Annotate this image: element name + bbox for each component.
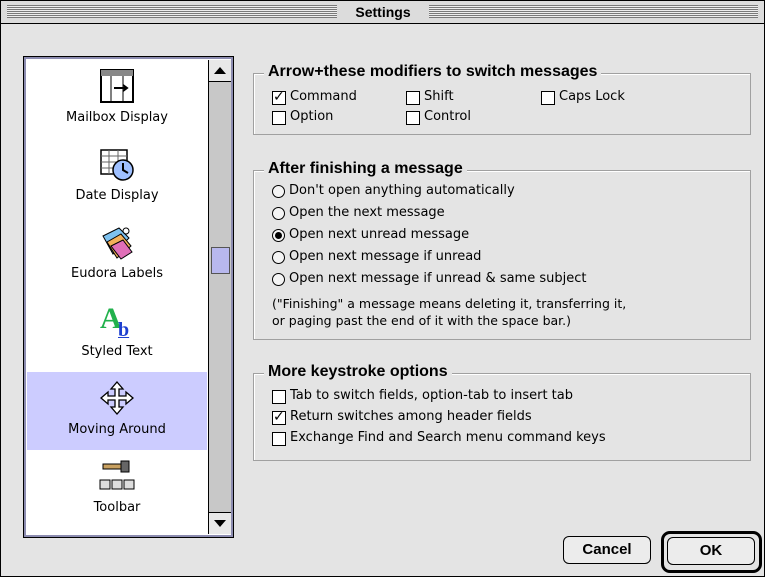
scrollbar-thumb[interactable] (211, 247, 230, 274)
command-checkbox[interactable] (272, 89, 286, 105)
settings-window: Settings Mailbox Display Date Display Eu… (0, 0, 765, 577)
sidebar-item-label: Toolbar (93, 500, 141, 515)
radio-dont-open-label: Don't open anything automatically (289, 183, 515, 198)
sidebar-item-date-display[interactable]: Date Display (27, 138, 207, 216)
keystroke-options-group: More keystroke options Tab to switch fie… (253, 362, 751, 461)
modifiers-group-title: Arrow+these modifiers to switch messages (264, 62, 602, 82)
radio-open-next-if-unread-label: Open next message if unread (289, 249, 482, 264)
tab-switch-fields-checkbox[interactable] (272, 390, 286, 404)
sidebar-item-label: Eudora Labels (71, 266, 163, 281)
title-bar[interactable]: Settings (1, 1, 764, 24)
radio-open-next-same-subject-label: Open next message if unread & same subje… (289, 271, 587, 286)
finishing-note-line1: ("Finishing" a message means deleting it… (272, 296, 627, 311)
sidebar-scrollbar[interactable] (208, 60, 231, 534)
sidebar-item-label: Mailbox Display (66, 110, 168, 125)
date-display-icon (100, 149, 134, 181)
title-bar-stripes-left (7, 5, 337, 18)
mailbox-display-icon (100, 69, 134, 103)
down-arrow-icon (214, 520, 226, 527)
settings-category-list: Mailbox Display Date Display Eudora Labe… (23, 56, 234, 538)
option-checkbox[interactable] (272, 111, 286, 125)
radio-open-next-if-unread[interactable] (272, 251, 285, 264)
radio-open-next-label: Open the next message (289, 205, 445, 220)
radio-open-next-same-subject[interactable] (272, 273, 285, 286)
eudora-labels-icon (102, 227, 133, 260)
control-label: Control (424, 109, 471, 124)
exchange-find-search-checkbox[interactable] (272, 432, 286, 446)
radio-open-next-unread-label: Open next unread message (289, 227, 470, 242)
up-arrow-icon (214, 67, 226, 74)
radio-dont-open[interactable] (272, 185, 285, 198)
return-switches-checkbox[interactable] (272, 409, 286, 425)
after-finishing-group: After finishing a message Don't open any… (253, 159, 751, 340)
sidebar-item-styled-text[interactable]: A b Styled Text (27, 294, 207, 372)
svg-text:b: b (118, 319, 129, 338)
sidebar-item-toolbar[interactable]: Toolbar (27, 450, 207, 528)
caps-lock-label: Caps Lock (559, 89, 625, 104)
sidebar-item-eudora-labels[interactable]: Eudora Labels (27, 216, 207, 294)
cancel-button[interactable]: Cancel (563, 536, 651, 564)
sidebar-item-moving-around[interactable]: Moving Around (27, 372, 207, 450)
ok-button[interactable]: OK (667, 537, 755, 565)
return-switches-label: Return switches among header fields (290, 409, 532, 424)
styled-text-icon: A b (100, 302, 129, 338)
moving-around-icon (100, 381, 134, 415)
radio-open-next[interactable] (272, 207, 285, 220)
title-bar-stripes-right (429, 5, 758, 18)
sidebar-item-label: Moving Around (68, 422, 166, 437)
scroll-down-button[interactable] (209, 512, 231, 534)
command-label: Command (290, 89, 357, 104)
radio-open-next-unread[interactable] (272, 229, 285, 242)
finishing-note-line2: or paging past the end of it with the sp… (272, 313, 572, 328)
control-checkbox[interactable] (406, 111, 420, 125)
sidebar-item-mailbox-display[interactable]: Mailbox Display (27, 60, 207, 138)
scroll-up-button[interactable] (209, 60, 231, 82)
caps-lock-checkbox[interactable] (541, 91, 555, 105)
option-label: Option (290, 109, 334, 124)
tab-switch-fields-label: Tab to switch fields, option-tab to inse… (290, 388, 573, 403)
exchange-find-search-label: Exchange Find and Search menu command ke… (290, 430, 606, 445)
modifiers-group: Arrow+these modifiers to switch messages… (253, 62, 751, 135)
window-title: Settings (355, 4, 411, 20)
toolbar-icon (99, 460, 135, 490)
shift-checkbox[interactable] (406, 91, 420, 105)
sidebar-item-label: Styled Text (81, 344, 153, 359)
shift-label: Shift (424, 89, 454, 104)
after-finishing-group-title: After finishing a message (264, 159, 467, 179)
sidebar-item-label: Date Display (75, 188, 159, 203)
keystroke-options-group-title: More keystroke options (264, 362, 452, 382)
